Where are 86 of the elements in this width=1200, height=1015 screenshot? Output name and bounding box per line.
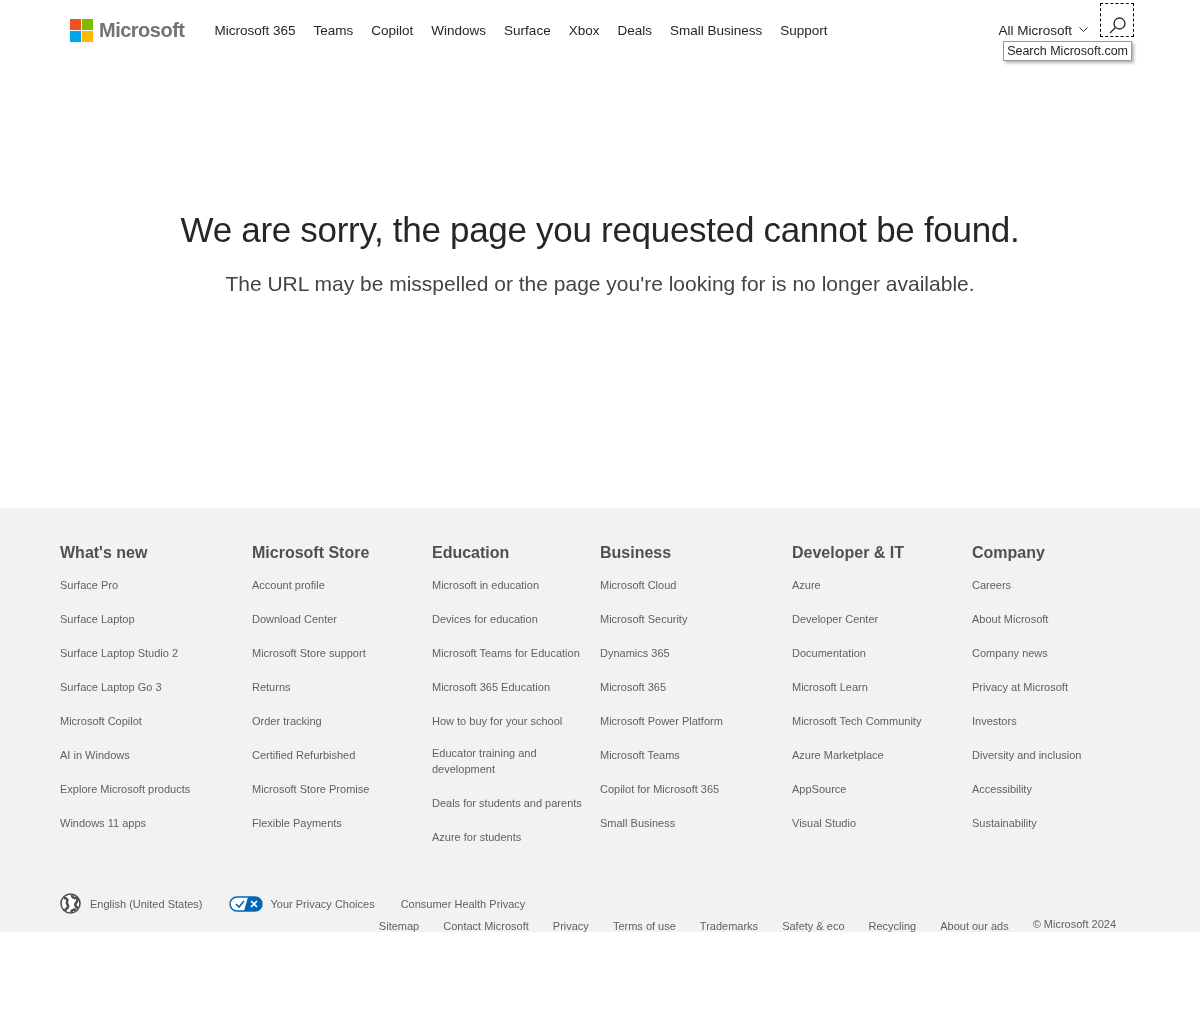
footer-link[interactable]: Download Center — [252, 611, 337, 627]
nav-link[interactable]: Microsoft 365 — [214, 22, 296, 38]
footer-link[interactable]: Company news — [972, 645, 1048, 661]
column-heading: Microsoft Store — [252, 544, 371, 562]
footer-link[interactable]: AppSource — [792, 781, 847, 797]
privacy-toggle-icon — [228, 895, 263, 912]
footer-link[interactable]: Privacy at Microsoft — [972, 679, 1068, 695]
globe-icon — [60, 893, 81, 914]
footer-link[interactable]: Devices for education — [432, 611, 538, 627]
nav-link[interactable]: Surface — [504, 22, 551, 38]
footer-link[interactable]: How to buy for your school — [432, 713, 563, 729]
footer-link[interactable]: Careers — [972, 577, 1012, 593]
column-heading: Education — [432, 544, 511, 562]
footer-link[interactable]: Surface Laptop Go 3 — [60, 679, 162, 695]
footer-link[interactable]: Recycling — [868, 918, 917, 934]
footer-link[interactable]: Accessibility — [972, 781, 1032, 797]
footer-link[interactable]: Windows 11 apps — [60, 815, 146, 831]
footer-link[interactable]: Microsoft Cloud — [600, 577, 677, 593]
footer-link[interactable]: Azure for students — [432, 829, 522, 845]
footer-link[interactable]: Microsoft Teams for Education — [432, 645, 580, 661]
privacy-choices-link[interactable]: Your Privacy Choices — [228, 895, 375, 912]
footer-link[interactable]: Documentation — [792, 645, 866, 661]
nav-link[interactable]: Xbox — [568, 22, 600, 38]
language-selector[interactable]: English (United States) — [60, 893, 203, 914]
all-microsoft-menu[interactable]: All Microsoft — [998, 22, 1088, 38]
footer-link[interactable]: Trademarks — [699, 918, 759, 934]
footer-link[interactable]: Small Business — [600, 815, 676, 831]
footer-link[interactable]: Sustainability — [972, 815, 1037, 831]
footer-link[interactable]: Explore Microsoft products — [60, 781, 191, 797]
footer-link[interactable]: Sitemap — [378, 918, 420, 934]
footer-link[interactable]: Dynamics 365 — [600, 645, 670, 661]
footer-link[interactable]: Microsoft Learn — [792, 679, 868, 695]
footer-link[interactable]: About our ads — [940, 918, 1009, 934]
search-button[interactable] — [1100, 3, 1134, 37]
footer-link[interactable]: Visual Studio — [792, 815, 856, 831]
nav-link[interactable]: Deals — [617, 22, 652, 38]
column-heading: Developer & IT — [792, 544, 906, 562]
nav-link[interactable]: Copilot — [371, 22, 414, 38]
footer-link[interactable]: Consumer Health Privacy — [400, 895, 1116, 912]
footer-link[interactable]: Microsoft Power Platform — [600, 713, 723, 729]
footer-link[interactable]: Order tracking — [252, 713, 322, 729]
logo-wordmark[interactable]: Microsoft — [99, 18, 185, 42]
column-heading: Company — [972, 544, 1046, 562]
copyright: © Microsoft 2024 — [1032, 918, 1116, 932]
footer-link[interactable]: Developer Center — [792, 611, 879, 627]
footer-link[interactable]: Surface Pro — [60, 577, 119, 593]
footer-link[interactable]: Microsoft Security — [600, 611, 688, 627]
footer-link[interactable]: Returns — [252, 679, 291, 695]
footer-link[interactable]: Microsoft in education — [432, 577, 539, 593]
footer-link[interactable]: About Microsoft — [972, 611, 1049, 627]
footer-link[interactable]: Azure Marketplace — [792, 747, 884, 763]
nav-link[interactable]: Small Business — [669, 22, 763, 38]
search-icon — [1108, 17, 1126, 34]
footer-link[interactable]: Azure — [792, 577, 821, 593]
four-squares-logo-icon — [70, 18, 93, 42]
chevron-down-icon — [1079, 27, 1088, 33]
footer-link[interactable]: Microsoft Store support — [252, 645, 366, 661]
footer-link[interactable]: Surface Laptop Studio 2 — [60, 645, 179, 661]
column-heading: What's new — [60, 544, 149, 562]
footer-link[interactable]: Surface Laptop — [60, 611, 135, 627]
footer-link[interactable]: Microsoft Copilot — [60, 713, 142, 729]
column-heading: Business — [600, 544, 673, 562]
error-heading: We are sorry, the page you requested cannot be found. — [179, 209, 1021, 250]
footer-link[interactable]: Certified Refurbished — [252, 747, 356, 763]
search-tooltip: Search Microsoft.com — [1003, 41, 1132, 61]
nav-link[interactable]: Support — [780, 22, 828, 38]
footer-link[interactable]: Privacy — [552, 918, 589, 934]
footer-link[interactable]: Account profile — [252, 577, 325, 593]
footer-link[interactable]: Microsoft Tech Community — [792, 713, 922, 729]
footer-link[interactable]: Microsoft 365 Education — [432, 679, 550, 695]
nav-link[interactable]: Teams — [313, 22, 354, 38]
footer-link[interactable]: Terms of use — [612, 918, 676, 934]
footer-link[interactable]: Educator training and development — [432, 745, 590, 777]
footer-link[interactable]: Safety & eco — [782, 918, 845, 934]
footer-link[interactable]: AI in Windows — [60, 747, 130, 763]
footer-link[interactable]: Diversity and inclusion — [972, 747, 1082, 763]
nav-link[interactable]: Windows — [431, 22, 487, 38]
footer-link[interactable]: Flexible Payments — [252, 815, 342, 831]
footer-link[interactable]: Microsoft Store Promise — [252, 781, 370, 797]
footer-link[interactable]: Deals for students and parents — [432, 795, 582, 811]
footer-link[interactable]: Copilot for Microsoft 365 — [600, 781, 720, 797]
footer-link[interactable]: Contact Microsoft — [443, 918, 529, 934]
error-message: The URL may be misspelled or the page you're looking for is no longer available. — [224, 272, 976, 296]
footer-link[interactable]: Investors — [972, 713, 1017, 729]
footer-link[interactable]: Microsoft 365 — [600, 679, 667, 695]
footer-link[interactable]: Microsoft Teams — [600, 747, 680, 763]
